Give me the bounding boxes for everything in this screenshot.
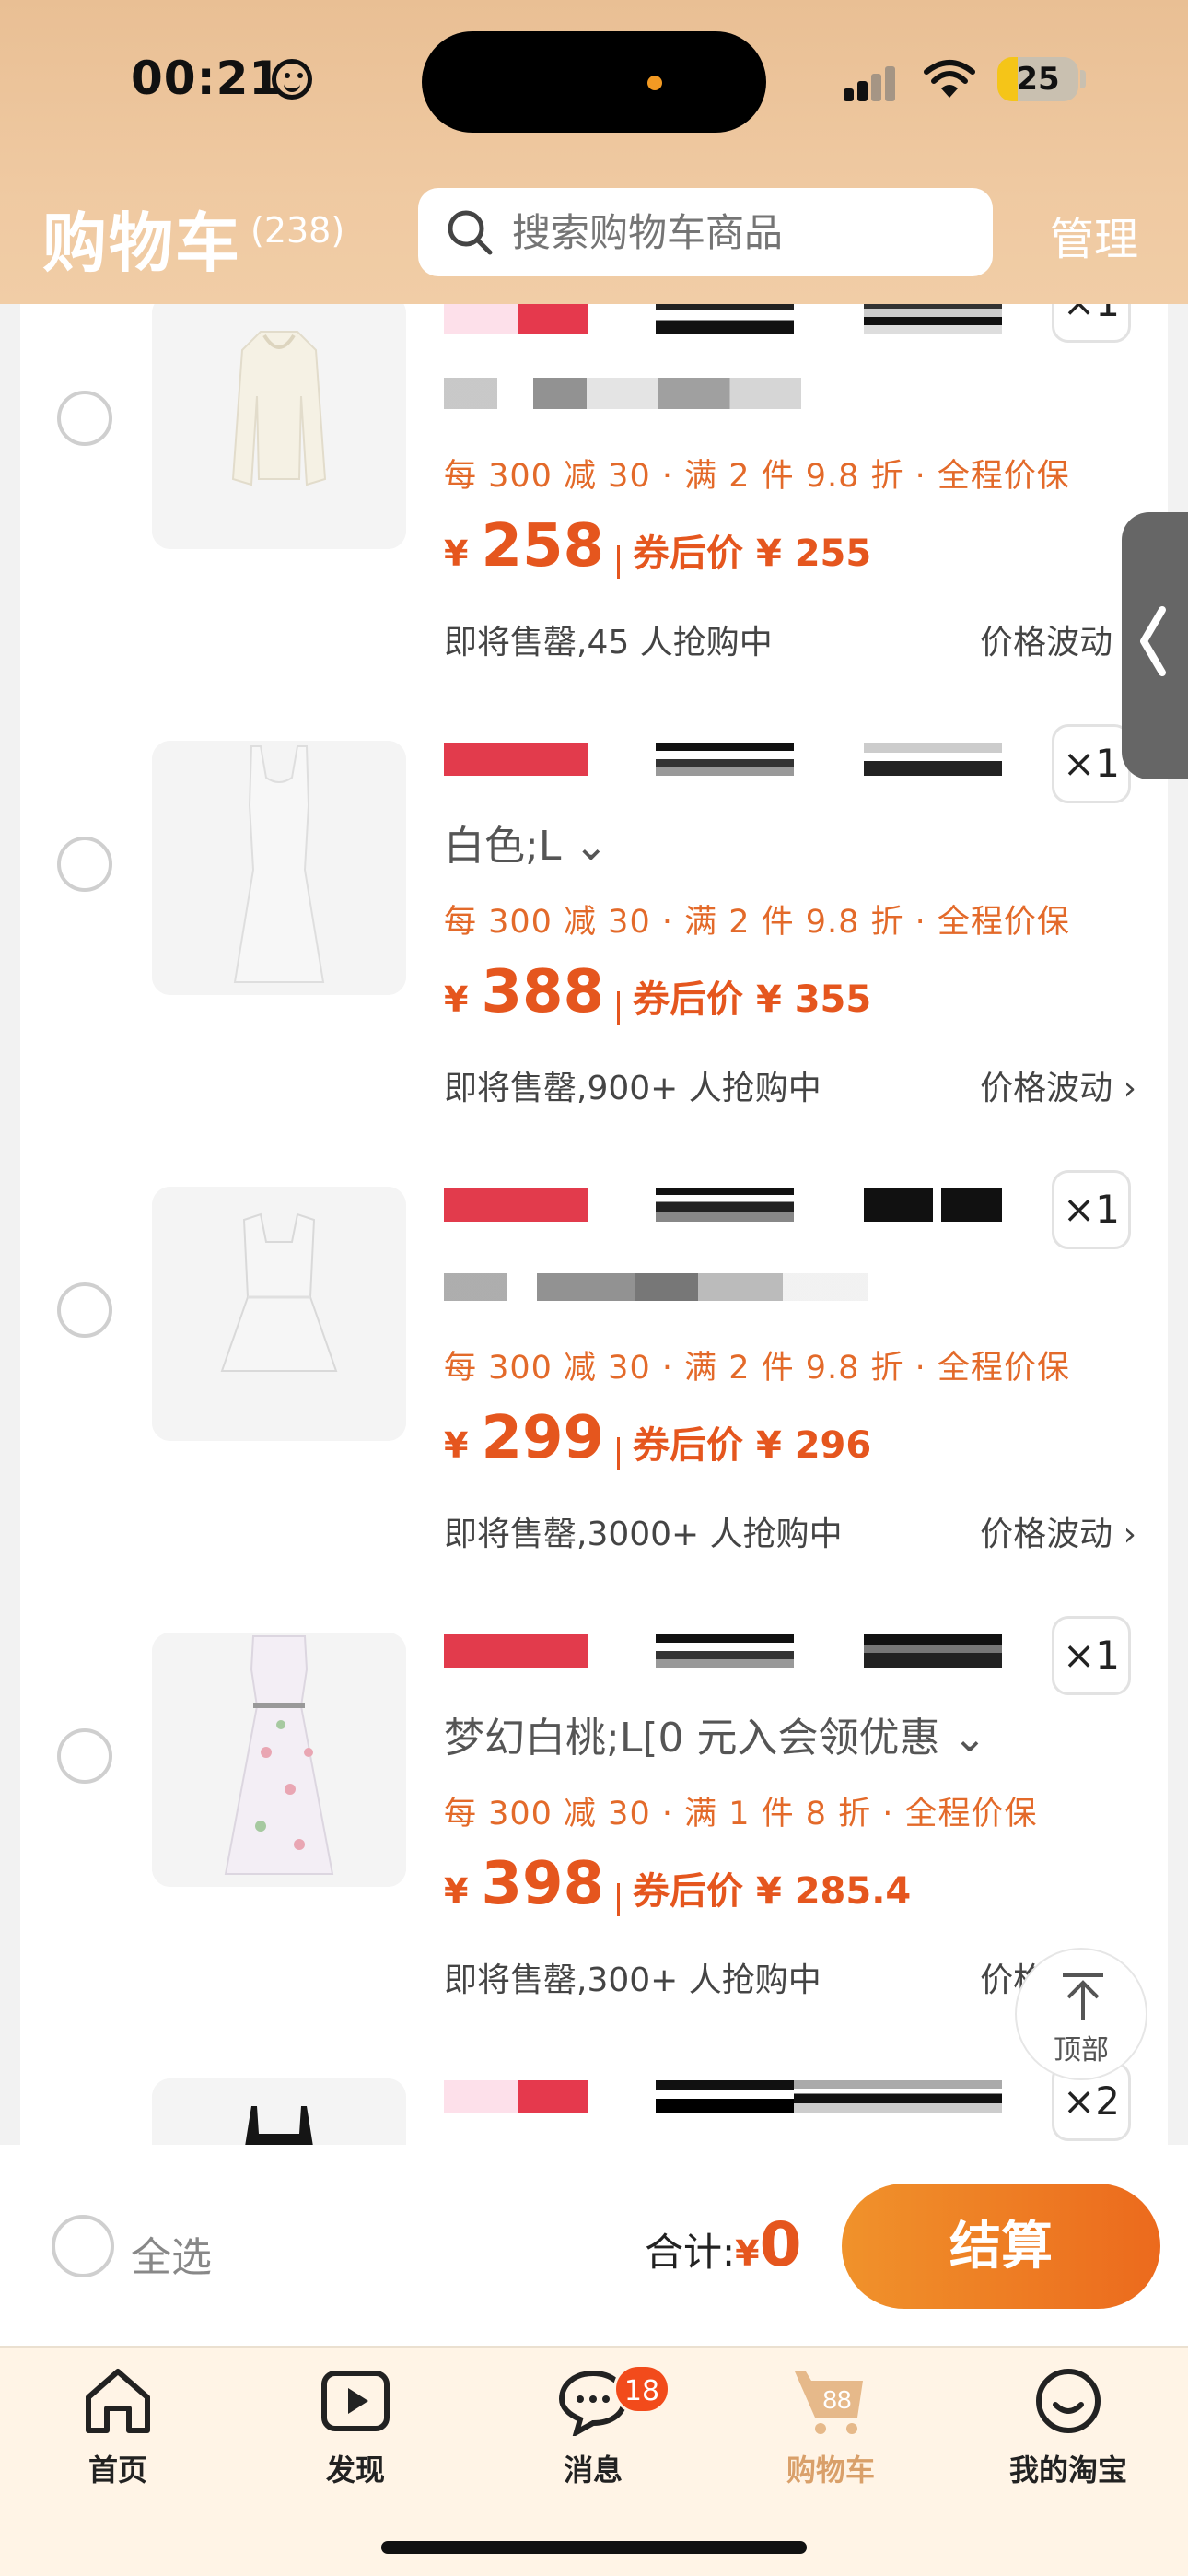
arrow-up-icon <box>1063 1973 1103 2020</box>
back-to-top-label: 顶部 <box>1054 2034 1109 2067</box>
chevron-left-icon <box>1140 606 1166 676</box>
stock-status: 即将售罄,300+ 人抢购中 <box>444 1961 821 1999</box>
price-fluctuation-link[interactable]: 价格波动 › <box>980 1507 1136 1555</box>
wifi-icon <box>924 60 975 98</box>
emoji-icon <box>272 59 312 100</box>
coupon-price: 券后价 ¥ 285.4 <box>633 1870 912 1913</box>
privacy-indicator-icon <box>647 76 662 90</box>
product-image[interactable] <box>152 741 406 995</box>
cellular-signal-icon <box>844 64 908 101</box>
checkout-bar: 全选 合计:¥0 结算 <box>0 2145 1188 2346</box>
item-select-radio[interactable] <box>57 1728 112 1784</box>
side-panel-handle[interactable] <box>1122 512 1188 779</box>
price: 299 <box>481 1404 605 1472</box>
play-icon <box>321 2371 390 2431</box>
search-bar[interactable] <box>418 188 993 276</box>
quantity-button[interactable]: ×1 <box>1052 1616 1131 1695</box>
select-all-radio[interactable] <box>52 2215 114 2277</box>
price-fluctuation-link[interactable]: 价格波动 › <box>980 615 1136 663</box>
dynamic-island <box>422 31 766 133</box>
price: 388 <box>481 958 605 1026</box>
price-row: ¥299 券后价 ¥ 296 <box>444 1404 872 1472</box>
cart-item[interactable]: 梦幻白桃;L[0 元入会领优惠 ⌄ 每 300 减 30 · 满 1 件 8 折… <box>20 1605 1168 2051</box>
tab-home[interactable]: 首页 <box>17 2366 219 2504</box>
price: 258 <box>481 512 605 580</box>
price-row: ¥388 券后价 ¥ 355 <box>444 958 872 1026</box>
coupon-price: 券后价 ¥ 355 <box>633 978 872 1021</box>
manage-button[interactable]: 管理 <box>1050 203 1138 267</box>
stock-status: 即将售罄,900+ 人抢购中 <box>444 1070 821 1107</box>
battery-icon: 25 <box>997 57 1078 101</box>
item-select-radio[interactable] <box>57 837 112 892</box>
cart-item[interactable]: ×2 <box>20 2051 1168 2145</box>
price: 398 <box>481 1850 605 1918</box>
promo-text: 每 300 减 30 · 满 1 件 8 折 · 全程价保 <box>444 1796 1038 1832</box>
svg-text:88: 88 <box>822 2385 851 2414</box>
smile-icon <box>1036 2369 1101 2433</box>
cart-count: (238) <box>250 210 345 251</box>
checkout-button[interactable]: 结算 <box>842 2184 1160 2309</box>
home-icon <box>86 2369 150 2433</box>
cart-item[interactable]: 每 300 减 30 · 满 2 件 9.8 折 · 全程价保 ¥258 券后价 … <box>20 263 1168 713</box>
cart-item[interactable]: 白色;L ⌄ 每 300 减 30 · 满 2 件 9.8 折 · 全程价保 ¥… <box>20 713 1168 1159</box>
coupon-price: 券后价 ¥ 296 <box>633 1424 872 1467</box>
total-value: 0 <box>759 2209 802 2280</box>
promo-text: 每 300 减 30 · 满 2 件 9.8 折 · 全程价保 <box>444 904 1070 941</box>
price-row: ¥258 券后价 ¥ 255 <box>444 512 872 580</box>
variant-selector[interactable]: 白色;L ⌄ <box>444 813 608 872</box>
price-row: ¥398 券后价 ¥ 285.4 <box>444 1850 912 1918</box>
message-count-badge: 18 <box>613 2364 670 2414</box>
home-indicator <box>381 2541 807 2554</box>
cart-item[interactable]: 每 300 减 30 · 满 2 件 9.8 折 · 全程价保 ¥299 券后价 … <box>20 1159 1168 1605</box>
product-image[interactable] <box>152 2078 406 2145</box>
promo-text: 每 300 减 30 · 满 2 件 9.8 折 · 全程价保 <box>444 1350 1070 1387</box>
coupon-price: 券后价 ¥ 255 <box>633 533 872 575</box>
price-fluctuation-link[interactable]: 价格波动 › <box>980 1061 1136 1109</box>
status-time: 00:21 <box>131 52 283 105</box>
tab-my-taobao[interactable]: 我的淘宝 <box>967 2366 1170 2504</box>
promo-text: 每 300 减 30 · 满 2 件 9.8 折 · 全程价保 <box>444 458 1070 495</box>
search-icon <box>448 210 493 255</box>
stock-status: 即将售罄,45 人抢购中 <box>444 624 773 662</box>
product-image[interactable] <box>152 1187 406 1441</box>
cart-icon: 88 <box>795 2371 863 2434</box>
tab-cart[interactable]: 88 购物车 <box>729 2366 932 2504</box>
tab-messages[interactable]: 消息 18 <box>492 2364 694 2504</box>
quantity-button[interactable]: ×1 <box>1052 1170 1131 1249</box>
page-title: 购物车 <box>42 205 241 281</box>
item-select-radio[interactable] <box>57 391 112 446</box>
variant-selector[interactable]: 梦幻白桃;L[0 元入会领优惠 ⌄ <box>444 1704 986 1763</box>
product-image[interactable] <box>152 1633 406 1887</box>
product-image[interactable] <box>152 295 406 549</box>
total: 合计:¥0 <box>645 2209 802 2280</box>
select-all-label[interactable]: 全选 <box>131 2224 212 2283</box>
tab-discover[interactable]: 发现 <box>254 2366 457 2504</box>
stock-status: 即将售罄,3000+ 人抢购中 <box>444 1516 843 1553</box>
item-select-radio[interactable] <box>57 1282 112 1338</box>
back-to-top-button[interactable]: 顶部 <box>1015 1948 1147 2080</box>
quantity-button[interactable]: ×1 <box>1052 724 1131 803</box>
header: 00:21 25 购物车 (238) 管理 <box>0 0 1188 304</box>
cart-page: 每 300 减 30 · 满 2 件 9.8 折 · 全程价保 ¥258 券后价 … <box>0 0 1188 2576</box>
search-input[interactable] <box>512 206 973 258</box>
